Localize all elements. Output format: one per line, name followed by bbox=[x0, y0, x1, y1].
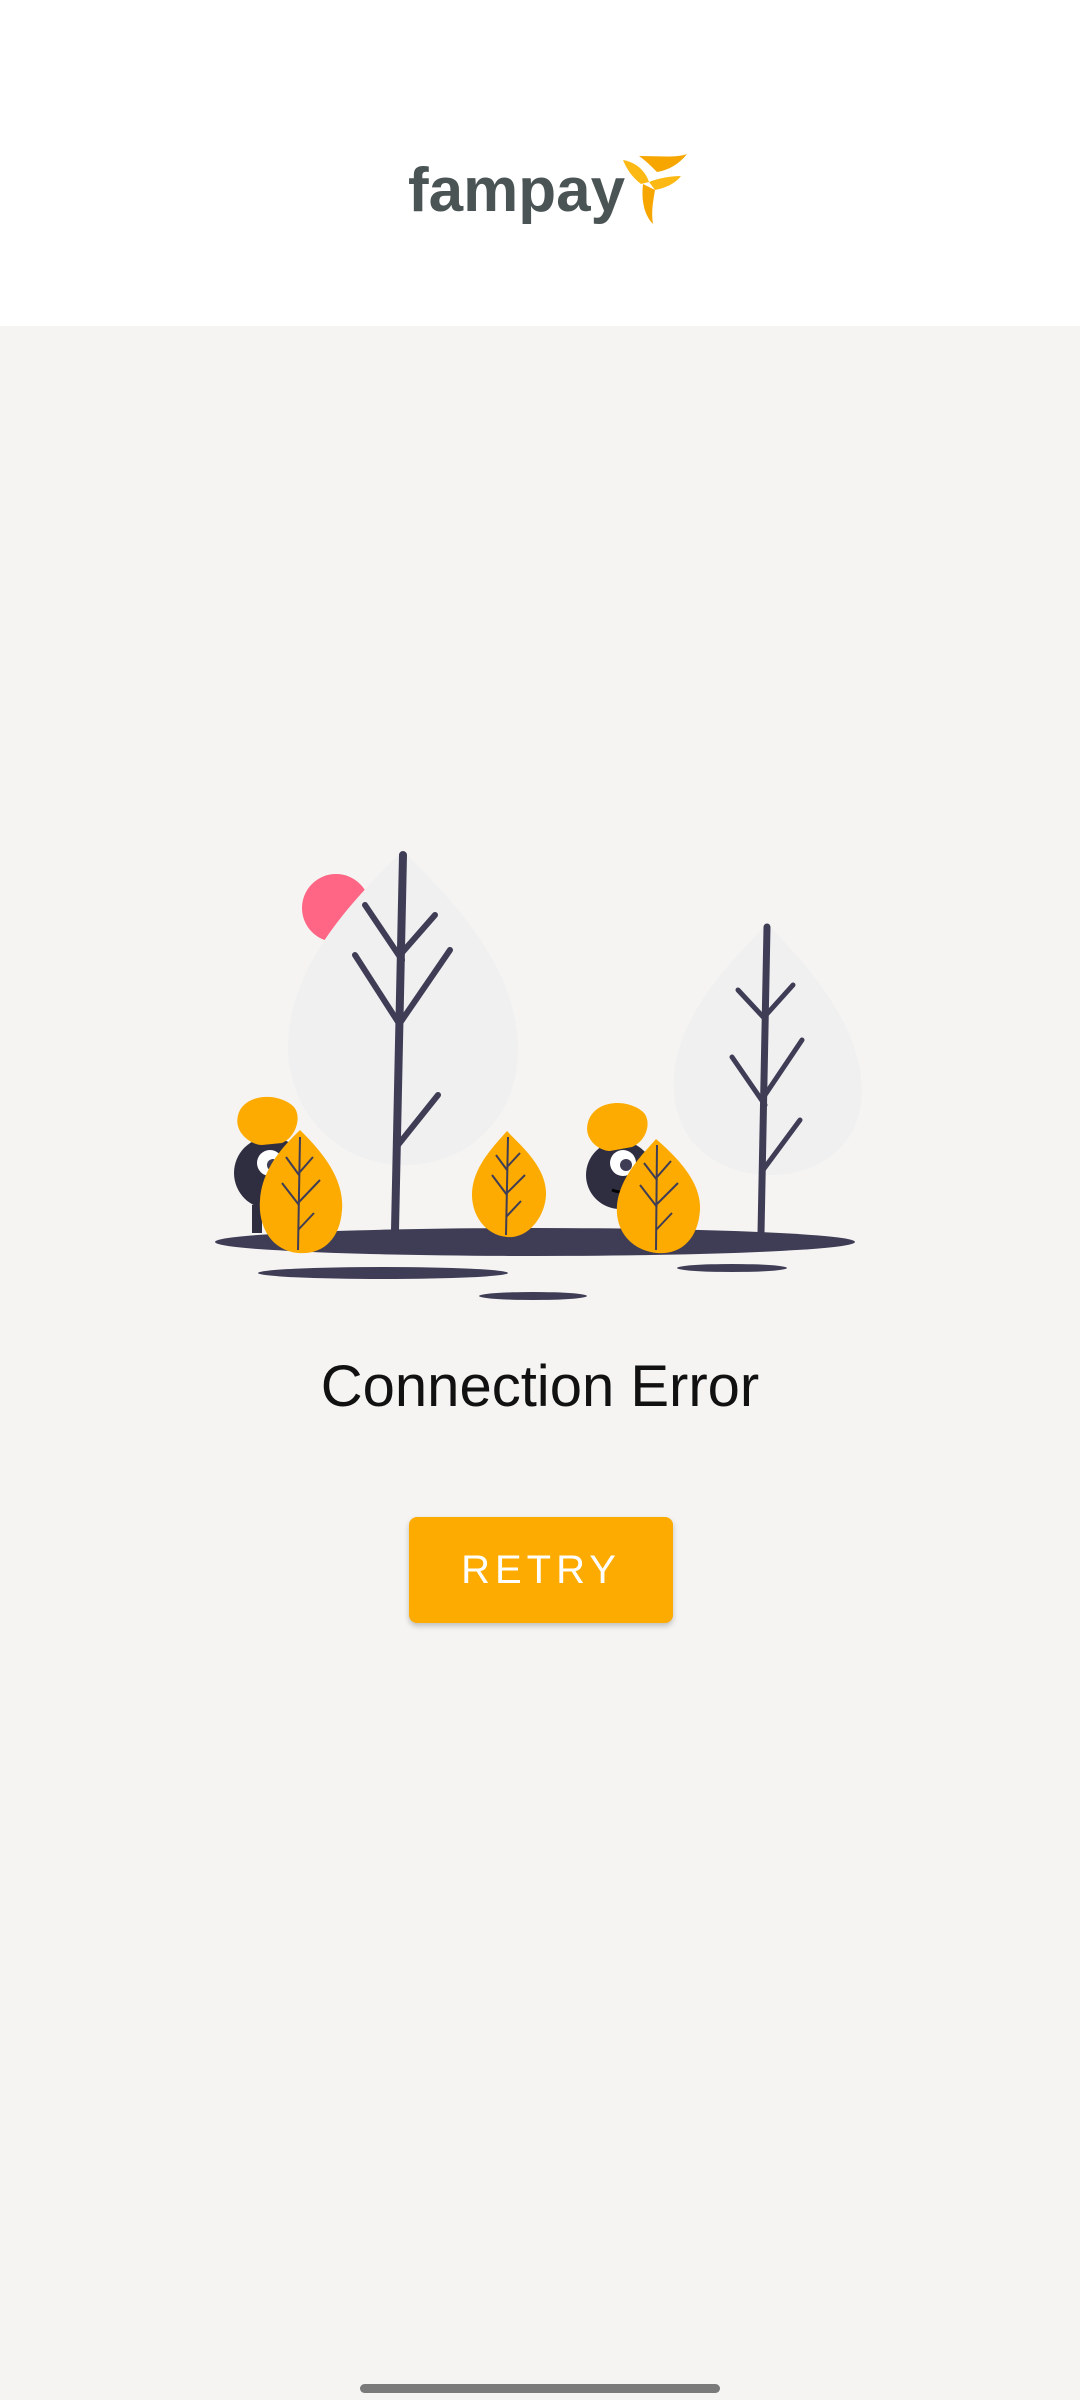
ground-shadow bbox=[479, 1292, 587, 1300]
error-title: Connection Error bbox=[320, 1354, 760, 1419]
app-header: fampay bbox=[0, 0, 1080, 326]
character-hat bbox=[587, 1102, 648, 1151]
retry-button[interactable]: RETRY bbox=[409, 1517, 673, 1623]
trees-and-characters-illustration bbox=[215, 850, 862, 1300]
ground-shadow bbox=[258, 1267, 508, 1279]
ground-shadow bbox=[677, 1264, 787, 1272]
fampay-bird-icon bbox=[623, 154, 688, 224]
logo-text: fampay bbox=[408, 156, 626, 225]
home-indicator[interactable] bbox=[360, 2384, 720, 2393]
character-hat bbox=[237, 1096, 298, 1145]
bush-shape bbox=[472, 1131, 547, 1238]
fampay-logo: fampay bbox=[408, 150, 688, 230]
